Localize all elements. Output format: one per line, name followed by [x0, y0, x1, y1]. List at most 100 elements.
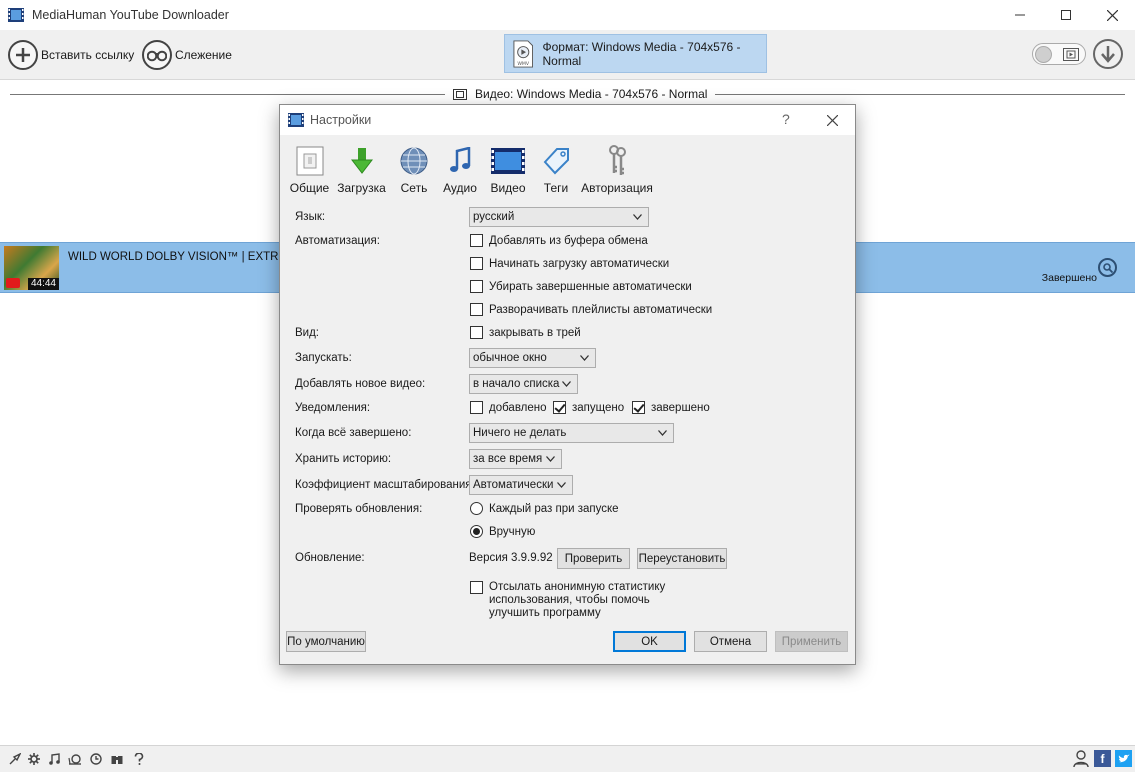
title-bar: MediaHuman YouTube Downloader — [0, 0, 1135, 30]
tab-authorization[interactable]: Авторизация — [580, 143, 654, 198]
when-done-select[interactable]: Ничего не делать — [469, 423, 674, 443]
version-text: Версия 3.9.9.92 — [469, 552, 553, 564]
video-duration: 44:44 — [27, 278, 59, 290]
restore-defaults-button[interactable]: По умолчанию — [286, 631, 366, 652]
tab-download[interactable]: Загрузка — [334, 143, 389, 198]
when-done-label: Когда всё завершено: — [295, 427, 412, 439]
checkbox-box — [470, 581, 483, 594]
minimize-icon — [1015, 14, 1025, 16]
launch-select[interactable]: обычное окно — [469, 348, 596, 368]
notify-added-checkbox[interactable]: добавлено — [470, 401, 547, 414]
settings-dialog: Настройки ? Общие Загрузка Сеть Аудио Ви… — [279, 104, 856, 665]
ok-button[interactable]: OK — [613, 631, 686, 652]
send-stats-checkbox[interactable]: Отсылать анонимную статистику использова… — [470, 581, 665, 620]
history-select[interactable]: за все время — [469, 449, 562, 469]
toolbar: Вставить ссылку Слежение WMV Формат: Win… — [0, 30, 1135, 80]
app-film-icon — [288, 113, 304, 127]
help-icon[interactable] — [132, 752, 146, 766]
view-label: Вид: — [295, 327, 319, 339]
checkbox-box — [470, 303, 483, 316]
launch-label: Запускать: — [295, 352, 352, 364]
download-arrow-icon — [1101, 46, 1115, 63]
twitter-icon[interactable] — [1115, 750, 1132, 767]
update-on-launch-radio[interactable]: Каждый раз при запуске — [470, 502, 619, 515]
format-button[interactable]: WMV Формат: Windows Media - 704x576 - No… — [504, 34, 767, 73]
gear-icon[interactable] — [27, 752, 41, 766]
find-file-button[interactable] — [1098, 258, 1117, 277]
chevron-down-icon — [546, 456, 555, 462]
music-note-icon — [449, 143, 471, 179]
chevron-down-icon — [580, 355, 589, 361]
community-icon[interactable] — [1073, 750, 1089, 768]
close-icon — [826, 114, 838, 126]
check-updates-button[interactable]: Проверить — [557, 548, 630, 569]
paste-link-label: Вставить ссылку — [41, 48, 135, 62]
minimize-button[interactable] — [997, 0, 1043, 30]
clean-icon[interactable] — [8, 752, 22, 766]
video-mode-toggle[interactable] — [1032, 43, 1086, 65]
svg-text:WMV: WMV — [517, 61, 530, 67]
notifications-label: Уведомления: — [295, 402, 371, 414]
scale-select[interactable]: Автоматически — [469, 475, 573, 495]
plus-icon — [8, 40, 38, 70]
download-all-button[interactable] — [1093, 39, 1123, 69]
keys-icon — [605, 143, 629, 179]
auto-clipboard-checkbox[interactable]: Добавлять из буфера обмена — [470, 234, 648, 247]
toggle-knob — [1035, 46, 1052, 63]
tab-audio[interactable]: Аудио — [438, 143, 482, 198]
tracking-label: Слежение — [175, 48, 232, 62]
update-label: Обновление: — [295, 552, 365, 564]
notify-finished-checkbox[interactable]: завершено — [632, 401, 710, 414]
format-label: Формат: Windows Media - 704x576 - Normal — [542, 39, 741, 68]
scale-label: Коэффициент масштабирования: — [295, 479, 475, 491]
add-new-label: Добавлять новое видео: — [295, 378, 426, 390]
tab-general[interactable]: Общие — [288, 143, 331, 198]
apply-button[interactable]: Применить — [775, 631, 848, 652]
download-status: Завершено — [1041, 272, 1097, 284]
radio-circle — [470, 502, 483, 515]
checkbox-box — [470, 234, 483, 247]
general-icon — [296, 143, 324, 179]
auto-start-checkbox[interactable]: Начинать загрузку автоматически — [470, 257, 669, 270]
dialog-help-button[interactable]: ? — [782, 111, 790, 127]
chevron-down-icon — [557, 482, 566, 488]
close-icon — [1106, 9, 1118, 21]
status-bar: f — [0, 745, 1135, 772]
dialog-close-button[interactable] — [820, 110, 844, 130]
format-group-header: Видео: Windows Media - 704x576 - Normal — [445, 87, 716, 101]
dialog-title: Настройки — [310, 113, 372, 127]
close-to-tray-checkbox[interactable]: закрывать в трей — [470, 326, 581, 339]
reinstall-button[interactable]: Переустановить — [637, 548, 727, 569]
checkbox-box — [470, 401, 483, 414]
check-updates-label: Проверять обновления: — [295, 503, 423, 515]
add-new-select[interactable]: в начало списка — [469, 374, 578, 394]
binoculars-icon[interactable] — [110, 752, 124, 766]
auto-expand-playlists-checkbox[interactable]: Разворачивать плейлисты автоматически — [470, 303, 712, 316]
language-label: Язык: — [295, 211, 326, 223]
app-film-icon — [8, 8, 24, 22]
cancel-button[interactable]: Отмена — [694, 631, 767, 652]
maximize-icon — [1061, 10, 1071, 20]
checkbox-box — [470, 280, 483, 293]
clock-icon[interactable] — [89, 752, 103, 766]
close-button[interactable] — [1089, 0, 1135, 30]
auto-remove-checkbox[interactable]: Убирать завершенные автоматически — [470, 280, 692, 293]
tab-video[interactable]: Видео — [484, 143, 532, 198]
video-title: WILD WORLD DOLBY VISION™ | EXTREME C — [68, 251, 315, 263]
tab-tags[interactable]: Теги — [535, 143, 577, 198]
film-icon — [491, 143, 525, 179]
language-select[interactable]: русский — [469, 207, 649, 227]
facebook-icon[interactable]: f — [1094, 750, 1111, 767]
snail-icon[interactable] — [68, 752, 82, 766]
update-manual-radio[interactable]: Вручную — [470, 525, 535, 538]
film-icon — [453, 88, 467, 100]
tracking-button[interactable]: Слежение — [142, 39, 232, 71]
music-icon[interactable] — [47, 752, 61, 766]
dialog-title-bar: Настройки ? — [280, 105, 855, 135]
tab-network[interactable]: Сеть — [392, 143, 436, 198]
notify-started-checkbox[interactable]: запущено — [553, 401, 624, 414]
checkbox-box — [632, 401, 645, 414]
paste-link-button[interactable]: Вставить ссылку — [8, 39, 134, 71]
maximize-button[interactable] — [1043, 0, 1089, 30]
download-arrow-icon — [350, 143, 373, 179]
